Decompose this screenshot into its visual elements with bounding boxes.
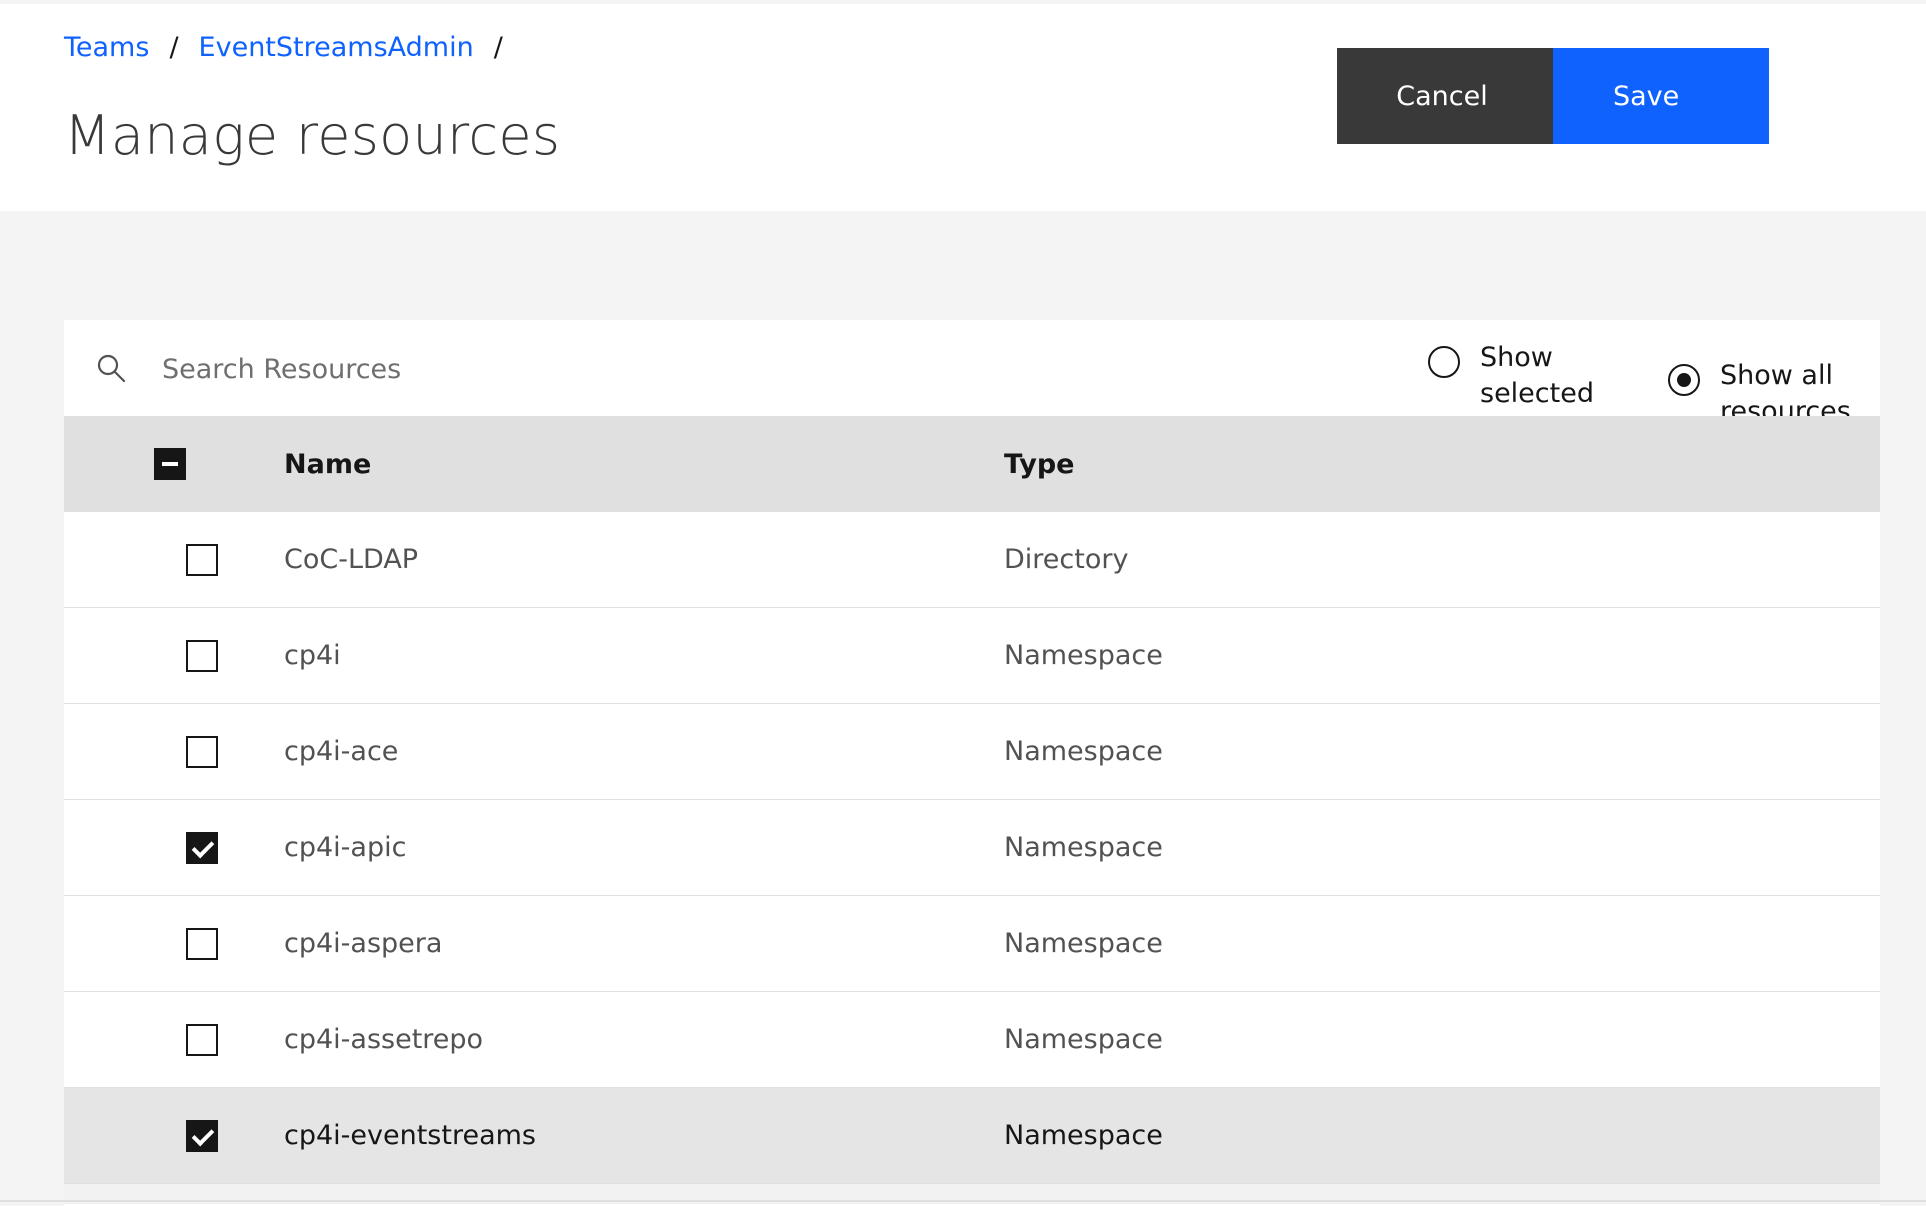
table-row[interactable]: CoC-LDAP Directory [64, 512, 1880, 608]
table-row[interactable]: cp4i-assetrepo Namespace [64, 991, 1880, 1088]
resource-type: Namespace [1004, 991, 1880, 1088]
column-header-type[interactable]: Type [1004, 416, 1880, 512]
row-checkbox[interactable] [186, 928, 218, 960]
breadcrumb-separator: / [493, 32, 503, 63]
breadcrumb-link-eventstreamsadmin[interactable]: EventStreamsAdmin [199, 32, 474, 63]
resource-name: cp4i-eventstreams [284, 1087, 1004, 1184]
search-input[interactable] [160, 342, 1364, 396]
row-checkbox[interactable] [186, 1024, 218, 1056]
resources-table: Name Type CoC-LDAP Directory cp4i Namespace… [64, 416, 1880, 1204]
radio-unchecked-icon[interactable] [1428, 346, 1460, 378]
bottom-divider [0, 1200, 1926, 1202]
resource-type: Directory [1004, 512, 1880, 608]
resource-type: Namespace [1004, 1087, 1880, 1184]
resource-name: cp4i-apic [284, 799, 1004, 896]
resource-type: Namespace [1004, 607, 1880, 704]
table-row[interactable]: cp4i-eventstreams Namespace [64, 1087, 1880, 1184]
row-checkbox[interactable] [186, 544, 218, 576]
row-checkbox-cell [64, 1087, 284, 1184]
row-checkbox[interactable] [186, 1120, 218, 1152]
resource-type: Namespace [1004, 703, 1880, 800]
select-all-checkbox[interactable] [154, 448, 186, 480]
row-checkbox[interactable] [186, 832, 218, 864]
table-row[interactable]: cp4i-ace Namespace [64, 703, 1880, 800]
page-header: Teams / EventStreamsAdmin / Manage resou… [0, 4, 1926, 211]
row-checkbox-cell [64, 895, 284, 992]
resources-panel: Show selected (4) Show all resources Nam… [64, 320, 1880, 1206]
row-checkbox-cell [64, 512, 284, 608]
resource-type: Namespace [1004, 799, 1880, 896]
page-title: Manage resources [64, 104, 561, 167]
table-row[interactable]: cp4i-aspera Namespace [64, 895, 1880, 992]
breadcrumb: Teams / EventStreamsAdmin / [64, 32, 523, 63]
table-row[interactable]: cp4i-apic Namespace [64, 799, 1880, 896]
row-checkbox-cell [64, 607, 284, 704]
cancel-button[interactable]: Cancel [1337, 48, 1553, 144]
breadcrumb-separator: / [169, 32, 179, 63]
table-header-row: Name Type [64, 416, 1880, 512]
row-checkbox-cell [64, 991, 284, 1088]
column-header-name[interactable]: Name [284, 416, 1004, 512]
breadcrumb-link-teams[interactable]: Teams [64, 32, 149, 63]
table-row[interactable]: cp4i Namespace [64, 607, 1880, 704]
row-checkbox[interactable] [186, 640, 218, 672]
row-checkbox-cell [64, 799, 284, 896]
search-icon [97, 354, 126, 383]
radio-checked-icon[interactable] [1668, 364, 1700, 396]
table-toolbar: Show selected (4) Show all resources [64, 320, 1880, 445]
table-body: CoC-LDAP Directory cp4i Namespace cp4i-ace Na… [64, 512, 1880, 1204]
row-checkbox[interactable] [186, 736, 218, 768]
resource-name: CoC-LDAP [284, 512, 1004, 608]
resource-name: cp4i-assetrepo [284, 991, 1004, 1088]
resource-name: cp4i-ace [284, 703, 1004, 800]
row-checkbox-cell [64, 703, 284, 800]
resource-name: cp4i-aspera [284, 895, 1004, 992]
save-button[interactable]: Save [1553, 48, 1769, 144]
select-all-cell [64, 416, 284, 512]
resource-type: Namespace [1004, 895, 1880, 992]
resource-name: cp4i [284, 607, 1004, 704]
